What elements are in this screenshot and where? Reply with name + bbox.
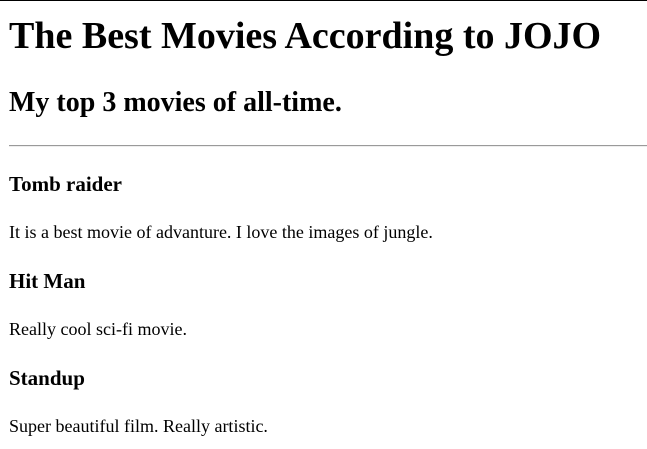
movie-description-3: Super beautiful film. Really artistic. [9,416,268,436]
movie-title-3: Standup [9,366,85,390]
page-title: The Best Movies According to JOJO [9,15,602,57]
movie-description-2: Really cool sci-fi movie. [9,319,187,339]
movie-title-1: Tomb raider [9,172,122,196]
movie-description-1: It is a best movie of advanture. I love … [9,222,433,242]
page: The Best Movies According to JOJO My top… [0,0,647,449]
movie-title-2: Hit Man [9,269,86,293]
page-subtitle: My top 3 movies of all-time. [9,87,342,118]
divider [9,145,647,147]
